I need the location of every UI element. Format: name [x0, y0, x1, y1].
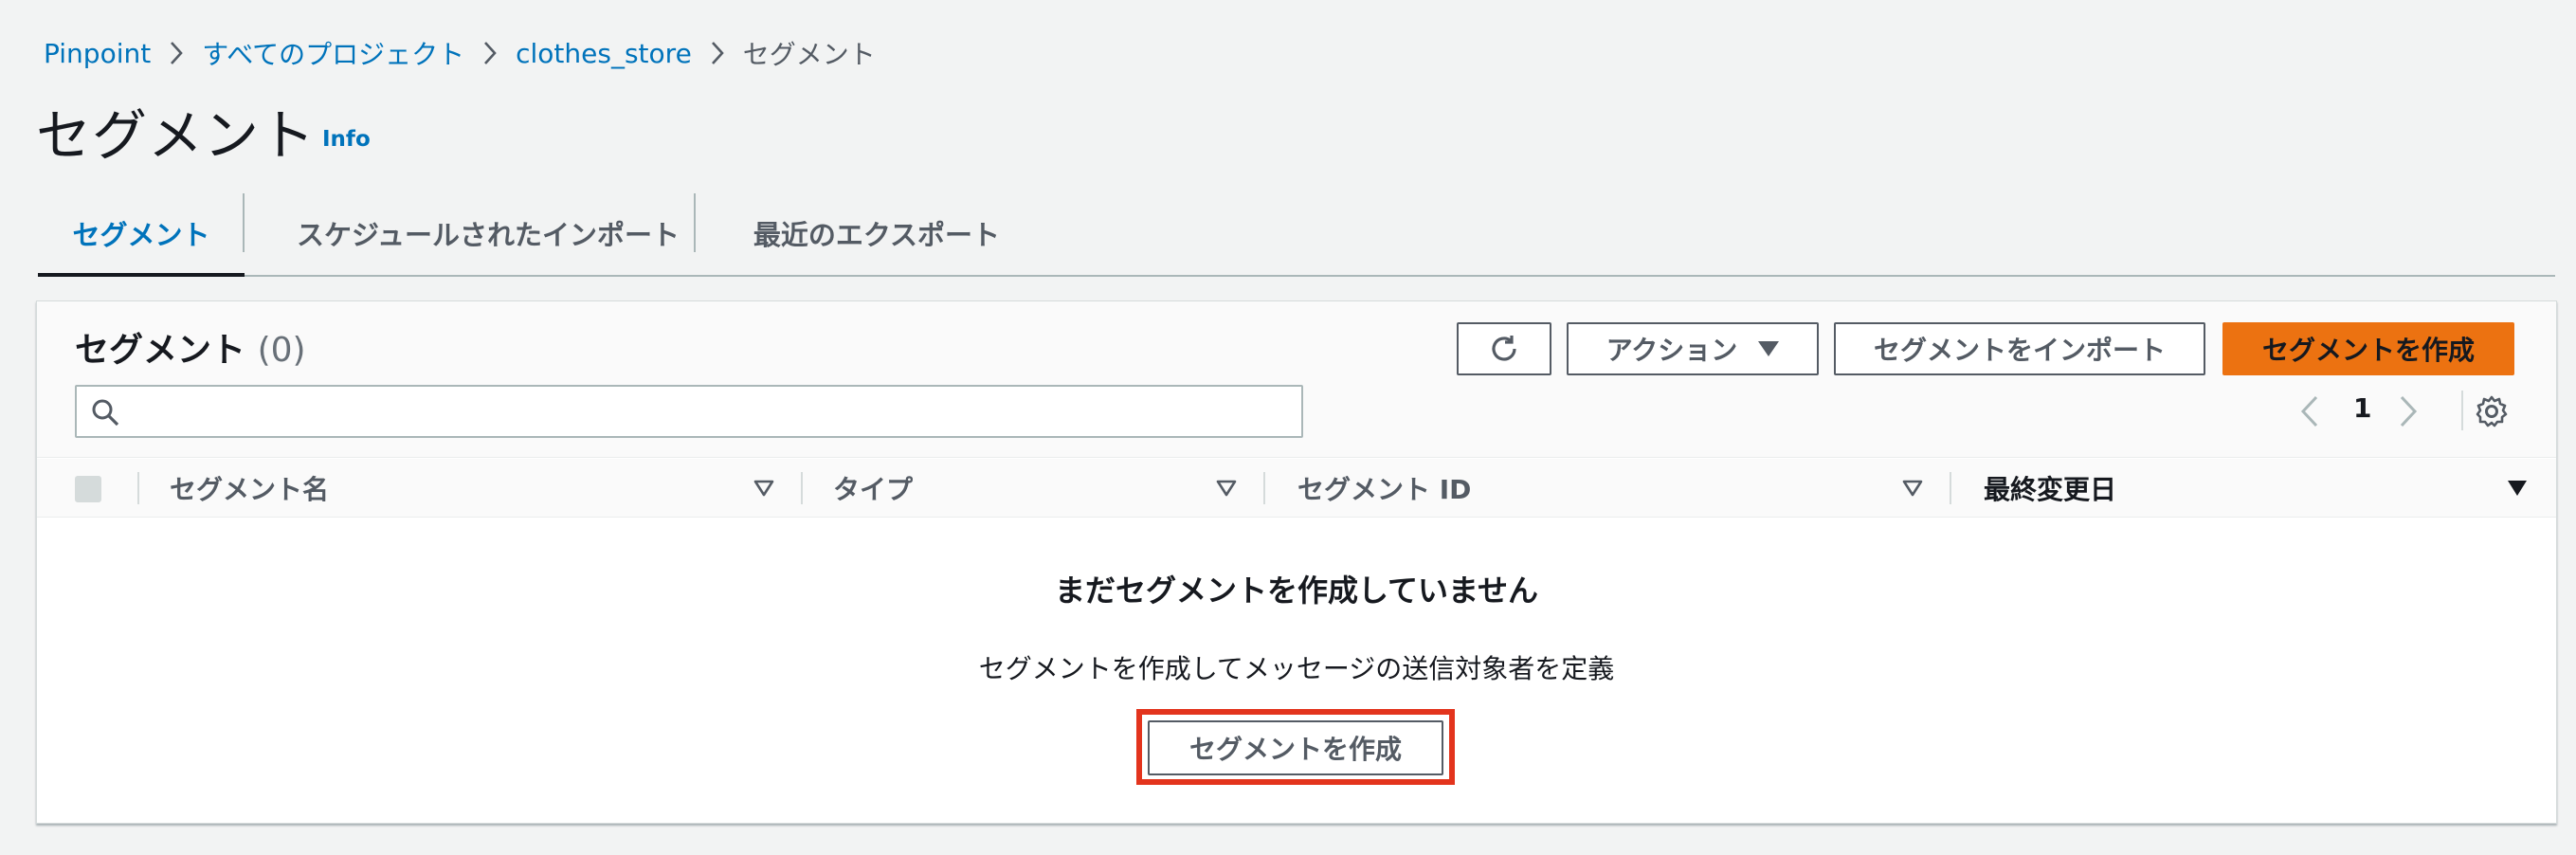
settings-gear-icon[interactable] — [2475, 389, 2509, 434]
actions-label: アクション — [1605, 335, 1738, 366]
select-all-checkbox[interactable] — [75, 476, 101, 502]
column-divider — [1263, 472, 1265, 504]
tab-recent-exports[interactable]: 最近のエクスポート — [696, 190, 1058, 277]
breadcrumb-current: セグメント — [742, 39, 876, 70]
tab-segments[interactable]: セグメント — [38, 190, 245, 277]
segments-panel: セグメント (0) アクション セグメントをインポート セグメントを作成 1 セ… — [36, 300, 2557, 824]
sort-icon[interactable] — [753, 480, 774, 500]
column-header-segment-name[interactable]: セグメント名 — [170, 459, 329, 518]
chevron-right-icon — [464, 41, 516, 65]
refresh-icon — [1487, 332, 1521, 366]
table-header: セグメント名 タイプ セグメント ID 最終変更日 — [37, 459, 2556, 518]
search-input[interactable] — [130, 392, 1286, 430]
page-number[interactable]: 1 — [2353, 392, 2371, 424]
info-link[interactable]: Info — [322, 127, 371, 152]
panel-header: セグメント (0) アクション セグメントをインポート セグメントを作成 1 — [37, 301, 2556, 458]
segment-count: (0) — [257, 331, 306, 370]
chevron-right-icon — [151, 41, 202, 65]
caret-down-icon — [1758, 341, 1780, 356]
breadcrumb-link-all-projects[interactable]: すべてのプロジェクト — [202, 34, 464, 72]
panel-title: セグメント (0) — [75, 322, 306, 372]
column-divider — [1950, 472, 1951, 504]
empty-state-title: まだセグメントを作成していません — [1054, 573, 1539, 609]
column-header-type[interactable]: タイプ — [833, 459, 913, 518]
empty-state-description: セグメントを作成してメッセージの送信対象者を定義 — [978, 653, 1615, 684]
column-divider — [137, 472, 139, 504]
next-page-icon[interactable] — [2397, 389, 2420, 434]
tab-scheduled-imports[interactable]: スケジュールされたインポート — [245, 190, 732, 277]
tab-bar: セグメント スケジュールされたインポート 最近のエクスポート — [38, 190, 2555, 277]
breadcrumb-link-pinpoint[interactable]: Pinpoint — [44, 38, 151, 69]
column-header-last-modified[interactable]: 最終変更日 — [1984, 459, 2116, 518]
pager-divider — [2461, 391, 2463, 430]
search-box — [75, 385, 1303, 438]
create-segment-button[interactable]: セグメントを作成 — [2222, 322, 2514, 375]
search-icon — [90, 397, 120, 431]
sort-icon[interactable] — [1902, 480, 1923, 500]
breadcrumb: Pinpoint すべてのプロジェクト clothes_store セグメント — [44, 32, 876, 74]
chevron-right-icon — [692, 41, 743, 65]
panel-title-text: セグメント — [75, 331, 246, 370]
sort-icon[interactable] — [1216, 480, 1237, 500]
breadcrumb-link-project[interactable]: clothes_store — [516, 38, 692, 69]
column-header-segment-id[interactable]: セグメント ID — [1297, 459, 1471, 518]
page-title: セグメント — [36, 103, 317, 168]
column-divider — [801, 472, 803, 504]
empty-state-create-button[interactable]: セグメントを作成 — [1148, 720, 1443, 775]
refresh-button[interactable] — [1457, 322, 1551, 375]
actions-dropdown-button[interactable]: アクション — [1567, 322, 1819, 375]
sort-descending-icon[interactable] — [2507, 480, 2528, 500]
previous-page-icon[interactable] — [2298, 389, 2321, 434]
import-segment-button[interactable]: セグメントをインポート — [1834, 322, 2205, 375]
